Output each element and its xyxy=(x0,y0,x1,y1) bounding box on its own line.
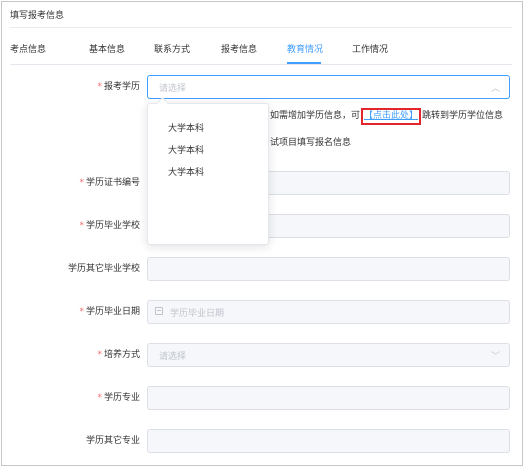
certificate-no-label: * 学历证书编号 xyxy=(79,176,140,190)
major-label: * 学历专业 xyxy=(97,391,140,405)
tab-exam-site[interactable]: 考点信息 xyxy=(10,43,46,57)
grad-school-label: * 学历毕业学校 xyxy=(79,219,140,233)
other-major-input[interactable] xyxy=(147,429,510,453)
calendar-icon xyxy=(155,307,163,315)
notice-suffix: 跳转到学历学位信息 xyxy=(422,111,504,121)
tab-work[interactable]: 工作情况 xyxy=(352,43,388,57)
required-mark: * xyxy=(97,393,102,403)
divider xyxy=(10,27,512,28)
education-level-dropdown: 大学本科 大学本科 大学本科 xyxy=(147,97,269,245)
other-major-label: 学历其它专业 xyxy=(86,434,140,448)
tab-education[interactable]: 教育情况 xyxy=(287,43,323,57)
highlight-box: 【点击此处】 xyxy=(361,108,422,125)
required-mark: * xyxy=(79,221,84,231)
certificate-no-label-text: 学历证书编号 xyxy=(85,178,140,188)
major-input[interactable] xyxy=(147,386,510,410)
notice-text: 如需增加学历信息，可 【点击此处】 跳转到学历学位信息 xyxy=(270,108,503,125)
other-grad-school-label: 学历其它毕业学校 xyxy=(68,262,140,276)
notice-text-line2: 试项目填写报名信息 xyxy=(270,138,352,148)
other-grad-school-input[interactable] xyxy=(147,257,510,281)
education-level-select[interactable]: 请选择 ︿ xyxy=(147,75,510,99)
dropdown-option[interactable]: 大学本科 xyxy=(168,121,204,134)
grad-date-placeholder: 学历毕业日期 xyxy=(170,309,225,319)
chevron-up-icon: ︿ xyxy=(490,84,500,94)
dropdown-option[interactable]: 大学本科 xyxy=(168,143,204,156)
page-title: 填写报考信息 xyxy=(10,11,65,21)
education-level-label-text: 报考学历 xyxy=(103,82,140,92)
education-level-label: * 报考学历 xyxy=(97,80,140,94)
education-level-placeholder: 请选择 xyxy=(159,84,187,94)
study-mode-placeholder: 请选择 xyxy=(159,352,187,362)
study-mode-label: * 培养方式 xyxy=(97,348,140,362)
major-label-text: 学历专业 xyxy=(103,393,140,403)
other-major-label-text: 学历其它专业 xyxy=(85,436,140,446)
required-mark: * xyxy=(97,350,102,360)
tab-contact[interactable]: 联系方式 xyxy=(154,43,190,57)
grad-date-picker[interactable]: 学历毕业日期 xyxy=(147,300,510,324)
study-mode-select[interactable]: 请选择 ﹀ xyxy=(147,343,510,367)
grad-school-label-text: 学历毕业学校 xyxy=(85,221,140,231)
divider xyxy=(10,64,512,65)
required-mark: * xyxy=(79,178,84,188)
study-mode-label-text: 培养方式 xyxy=(103,350,140,360)
required-mark: * xyxy=(79,307,84,317)
tab-application-info[interactable]: 报考信息 xyxy=(221,43,257,57)
notice-prefix: 如需增加学历信息，可 xyxy=(270,111,361,121)
click-here-link[interactable]: 【点击此处】 xyxy=(364,111,418,121)
tab-basic-info[interactable]: 基本信息 xyxy=(89,43,125,57)
grad-date-label-text: 学历毕业日期 xyxy=(85,307,140,317)
other-grad-school-label-text: 学历其它毕业学校 xyxy=(67,264,140,274)
chevron-down-icon: ﹀ xyxy=(490,352,500,362)
required-mark: * xyxy=(97,82,102,92)
grad-date-label: * 学历毕业日期 xyxy=(79,305,140,319)
dropdown-option[interactable]: 大学本科 xyxy=(168,165,204,178)
